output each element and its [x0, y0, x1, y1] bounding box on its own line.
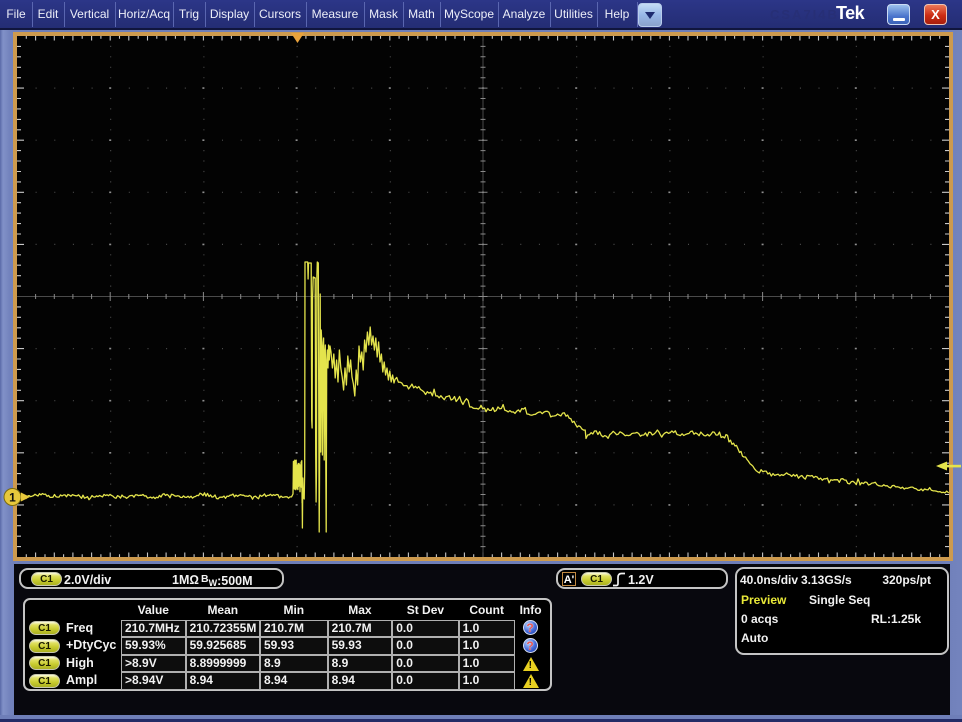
svg-text:1: 1 — [9, 491, 16, 505]
